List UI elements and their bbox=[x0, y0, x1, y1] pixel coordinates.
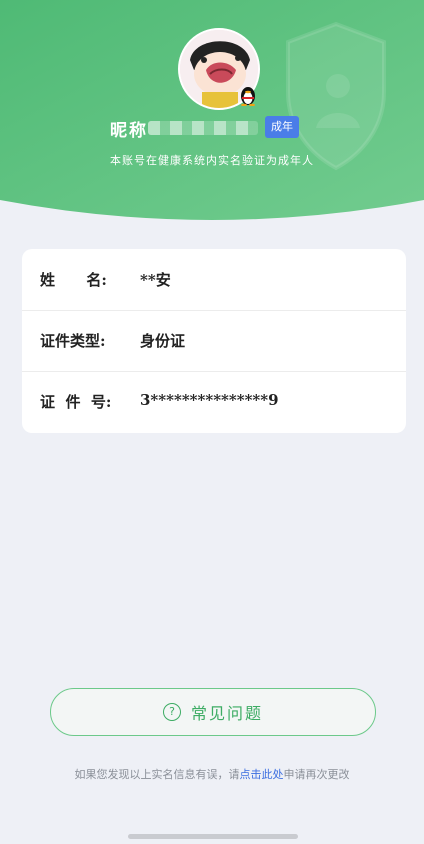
info-row-id-type: 证件类型: 身份证 bbox=[22, 310, 406, 372]
name-value: **安 bbox=[140, 271, 171, 289]
home-indicator[interactable] bbox=[128, 834, 298, 839]
info-row-name: 姓 名: **安 bbox=[22, 249, 406, 311]
info-row-id-number: 证 件 号: 3***************9 bbox=[22, 371, 406, 432]
footer-prefix: 如果您发现以上实名信息有误，请 bbox=[74, 768, 240, 781]
click-here-link[interactable]: 点击此处 bbox=[240, 768, 284, 781]
qq-penguin-icon bbox=[241, 87, 255, 106]
id-number-value: 3***************9 bbox=[140, 391, 279, 409]
nickname-redacted bbox=[148, 121, 258, 135]
id-number-label: 证 件 号: bbox=[40, 393, 112, 411]
question-circle-icon: ? bbox=[162, 703, 181, 721]
profile-header: 昵称 成年 本账号在健康系统内实名验证为成年人 bbox=[0, 0, 424, 230]
footer-note: 如果您发现以上实名信息有误，请点击此处申请再次更改 bbox=[0, 766, 424, 782]
faq-label: 常见问题 bbox=[190, 704, 263, 723]
footer-suffix: 申请再次更改 bbox=[283, 768, 350, 781]
identity-info-card: 姓 名: **安 证件类型: 身份证 证 件 号: 3*************… bbox=[22, 249, 406, 433]
nickname-label: 昵称 bbox=[110, 121, 148, 141]
nickname-row: 昵称 成年 bbox=[0, 116, 424, 141]
name-label: 姓 名: bbox=[40, 271, 107, 289]
verification-note: 本账号在健康系统内实名验证为成年人 bbox=[110, 154, 314, 167]
faq-button[interactable]: ? 常见问题 bbox=[50, 688, 376, 736]
id-type-value: 身份证 bbox=[140, 332, 186, 350]
id-type-label: 证件类型: bbox=[40, 332, 106, 350]
adult-badge: 成年 bbox=[265, 116, 299, 138]
